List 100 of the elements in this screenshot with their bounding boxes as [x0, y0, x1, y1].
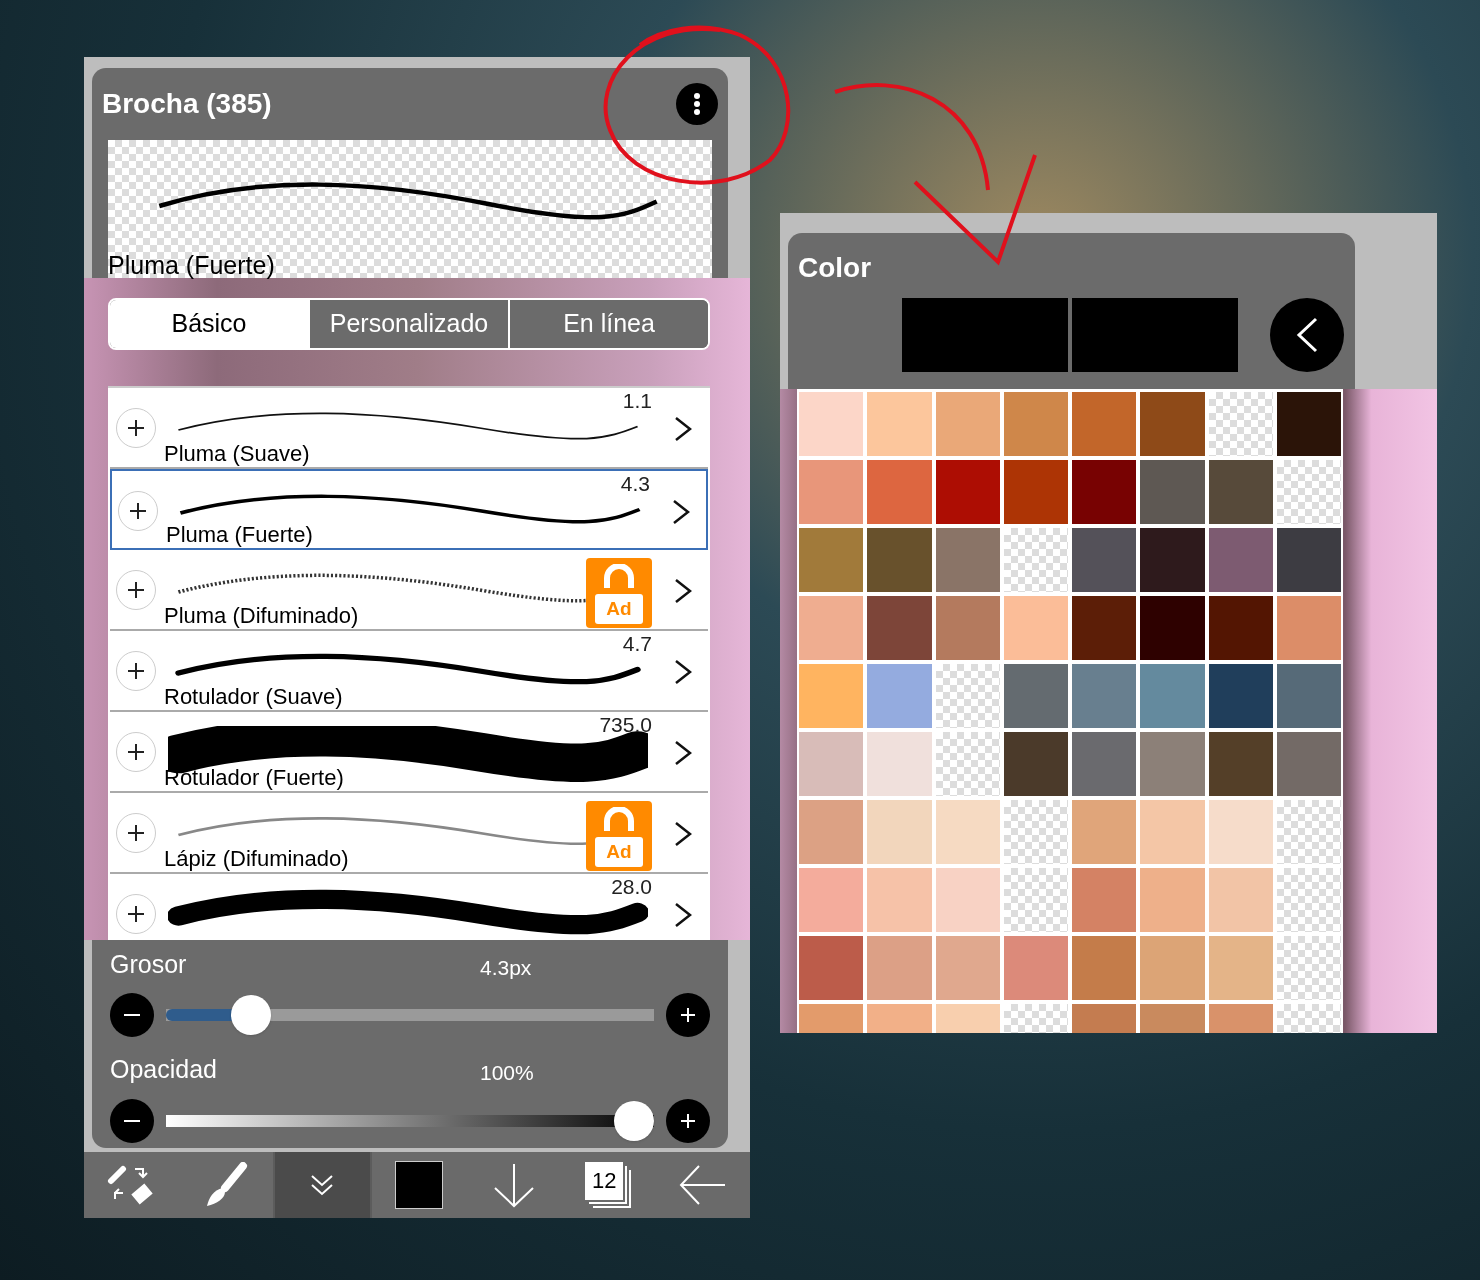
brush-row[interactable]: Rotulador (Fuerte) 735.0 — [110, 712, 708, 793]
color-swatch[interactable] — [935, 868, 1000, 932]
empty-swatch[interactable] — [1276, 936, 1341, 1000]
color-swatch[interactable] — [867, 664, 932, 728]
color-swatch[interactable] — [867, 392, 932, 456]
color-swatch[interactable] — [1276, 664, 1341, 728]
color-swatch[interactable] — [799, 868, 864, 932]
color-swatch[interactable] — [1208, 460, 1273, 524]
brush-row[interactable]: Rotulador (Suave) 4.7 — [110, 631, 708, 712]
empty-swatch[interactable] — [1003, 800, 1068, 864]
brush-row[interactable]: Pluma (Difuminado) Ad — [110, 550, 708, 631]
color-swatch[interactable] — [867, 596, 932, 660]
color-swatch[interactable] — [1140, 868, 1205, 932]
more-options-button[interactable] — [676, 83, 718, 125]
empty-swatch[interactable] — [1276, 460, 1341, 524]
color-swatch[interactable] — [935, 392, 1000, 456]
color-swatch[interactable] — [867, 800, 932, 864]
color-swatch[interactable] — [799, 732, 864, 796]
color-swatch[interactable] — [1208, 528, 1273, 592]
add-button[interactable] — [116, 408, 156, 448]
color-swatch[interactable] — [1208, 664, 1273, 728]
slider-thumb[interactable] — [230, 995, 271, 1035]
color-swatch[interactable] — [1276, 392, 1341, 456]
color-swatch[interactable] — [1003, 732, 1068, 796]
color-swatch[interactable] — [1208, 732, 1273, 796]
add-button[interactable] — [116, 651, 156, 691]
brush-tab[interactable]: En línea — [508, 300, 708, 348]
brush-row[interactable]: Pluma (Suave) 1.1 — [110, 388, 708, 469]
color-swatch-large[interactable] — [1072, 298, 1238, 372]
color-swatch[interactable] — [1276, 732, 1341, 796]
brush-tab[interactable]: Básico — [110, 300, 308, 348]
increase-button[interactable] — [666, 993, 710, 1037]
color-swatch[interactable] — [1140, 936, 1205, 1000]
color-swatch[interactable] — [1072, 528, 1137, 592]
add-button[interactable] — [118, 491, 158, 531]
brush-row[interactable]: Lápiz (Difuminado) Ad — [110, 793, 708, 874]
add-button[interactable] — [116, 732, 156, 772]
color-swatch[interactable] — [799, 528, 864, 592]
color-swatch[interactable] — [1072, 800, 1137, 864]
color-swatch[interactable] — [1140, 800, 1205, 864]
color-swatch[interactable] — [1072, 664, 1137, 728]
color-swatch[interactable] — [1140, 392, 1205, 456]
color-swatch[interactable] — [1208, 596, 1273, 660]
color-swatch[interactable] — [867, 868, 932, 932]
decrease-button[interactable] — [110, 1098, 154, 1143]
color-swatch[interactable] — [1072, 392, 1137, 456]
color-swatch[interactable] — [867, 936, 932, 1000]
empty-swatch[interactable] — [1276, 868, 1341, 932]
toolbar-button[interactable]: 12 — [560, 1152, 656, 1218]
color-swatch[interactable] — [799, 800, 864, 864]
color-swatch[interactable] — [1208, 800, 1273, 864]
color-swatch[interactable] — [799, 596, 864, 660]
color-swatch-large[interactable] — [902, 298, 1068, 372]
color-swatch[interactable] — [1003, 936, 1068, 1000]
color-swatch[interactable] — [935, 800, 1000, 864]
empty-swatch[interactable] — [1276, 800, 1341, 864]
color-swatch[interactable] — [1208, 868, 1273, 932]
add-button[interactable] — [116, 813, 156, 853]
empty-swatch[interactable] — [935, 732, 1000, 796]
color-swatch[interactable] — [799, 936, 864, 1000]
color-swatch[interactable] — [1072, 460, 1137, 524]
color-swatch[interactable] — [935, 936, 1000, 1000]
color-swatch[interactable] — [1140, 732, 1205, 796]
color-swatch[interactable] — [935, 460, 1000, 524]
color-swatch[interactable] — [1140, 528, 1205, 592]
empty-swatch[interactable] — [935, 664, 1000, 728]
plus-icon — [127, 905, 145, 923]
color-swatch[interactable] — [1140, 460, 1205, 524]
add-button[interactable] — [116, 894, 156, 934]
color-swatch[interactable] — [799, 460, 864, 524]
color-swatch[interactable] — [1276, 596, 1341, 660]
increase-button[interactable] — [666, 1098, 710, 1143]
color-swatch[interactable] — [867, 460, 932, 524]
color-swatch[interactable] — [935, 528, 1000, 592]
color-swatch[interactable] — [867, 732, 932, 796]
color-swatch[interactable] — [1208, 936, 1273, 1000]
add-button[interactable] — [116, 570, 156, 610]
color-swatch[interactable] — [1072, 596, 1137, 660]
color-swatch[interactable] — [1072, 732, 1137, 796]
brush-size: 4.7 — [622, 633, 652, 654]
empty-swatch[interactable] — [1003, 528, 1068, 592]
plus-icon — [127, 662, 145, 680]
empty-swatch[interactable] — [1208, 392, 1273, 456]
color-swatch[interactable] — [867, 528, 932, 592]
color-swatch[interactable] — [1072, 868, 1137, 932]
color-swatch[interactable] — [1140, 664, 1205, 728]
color-swatch[interactable] — [935, 596, 1000, 660]
empty-swatch[interactable] — [1003, 868, 1068, 932]
color-swatch[interactable] — [1003, 664, 1068, 728]
brush-row[interactable]: Pluma (Fuerte) 4.3 — [110, 469, 708, 550]
color-swatch[interactable] — [1003, 392, 1068, 456]
color-swatch[interactable] — [1140, 596, 1205, 660]
color-swatch[interactable] — [1276, 528, 1341, 592]
color-swatch[interactable] — [1003, 596, 1068, 660]
color-swatch[interactable] — [799, 664, 864, 728]
color-swatch[interactable] — [1072, 936, 1137, 1000]
slider-thumb[interactable] — [614, 1100, 654, 1141]
decrease-button[interactable] — [110, 993, 154, 1037]
color-swatch[interactable] — [799, 392, 864, 456]
color-swatch[interactable] — [1003, 460, 1068, 524]
